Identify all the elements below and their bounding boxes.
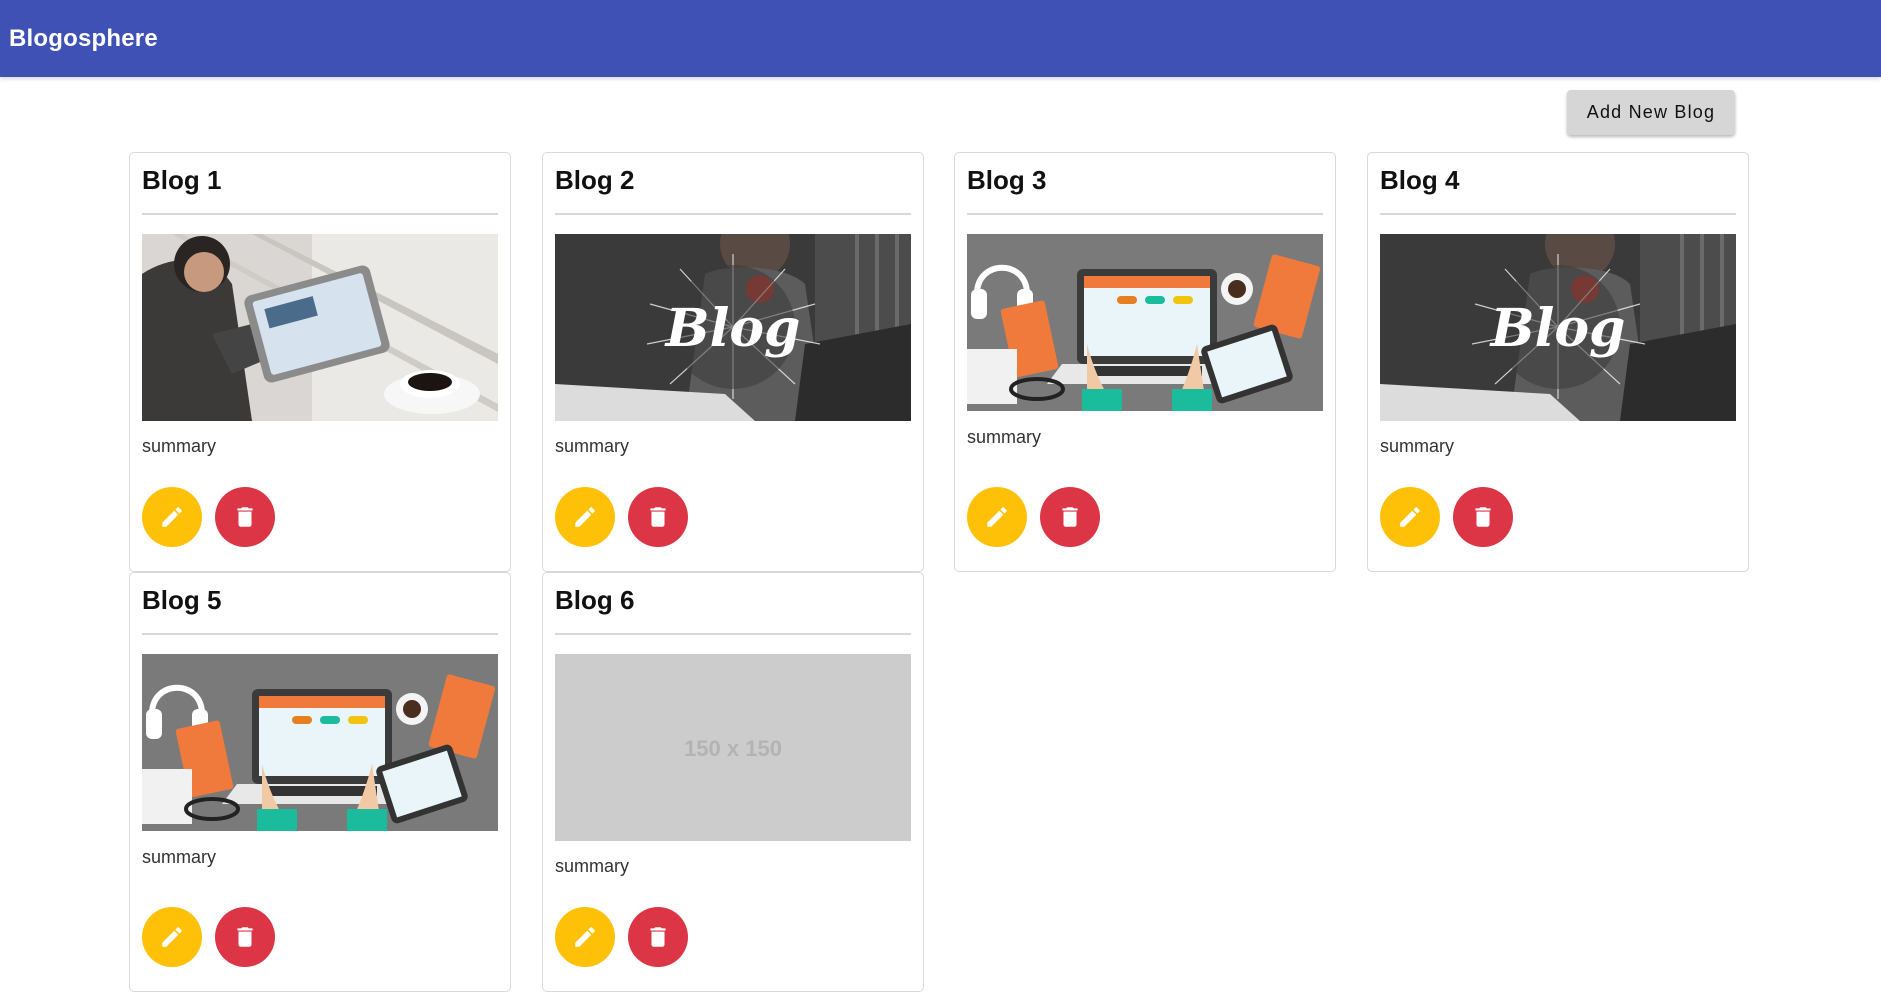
edit-button[interactable] <box>1380 487 1440 547</box>
svg-text:Blog: Blog <box>1489 298 1626 359</box>
divider <box>555 633 911 635</box>
trash-icon <box>1475 507 1491 527</box>
edit-button[interactable] <box>555 487 615 547</box>
blog-image <box>142 654 498 831</box>
blog-summary: summary <box>555 436 630 456</box>
edit-button[interactable] <box>555 907 615 967</box>
blog-summary: summary <box>555 856 630 876</box>
delete-button[interactable] <box>215 907 275 967</box>
blog-title: Blog 1 <box>142 165 222 195</box>
divider <box>142 213 498 215</box>
blog-summary: summary <box>1380 436 1455 456</box>
divider <box>142 633 498 635</box>
trash-icon <box>650 507 666 527</box>
blog-image-placeholder: 150 x 150 <box>555 654 911 841</box>
delete-button[interactable] <box>628 487 688 547</box>
blog-title: Blog 5 <box>142 585 222 615</box>
blog-title: Blog 4 <box>1380 165 1460 195</box>
trash-icon <box>237 927 253 947</box>
pencil-icon <box>575 927 595 947</box>
app-bar: Blogosphere <box>0 0 1881 77</box>
blog-title: Blog 6 <box>555 585 635 615</box>
pencil-icon <box>1400 507 1420 527</box>
pencil-icon <box>575 507 595 527</box>
blog-card: Blog 2 Blog summary <box>542 152 924 572</box>
blog-card: Blog 1 summary <box>129 152 511 572</box>
trash-icon <box>650 927 666 947</box>
blog-image <box>142 234 498 421</box>
divider <box>555 213 911 215</box>
edit-button[interactable] <box>967 487 1027 547</box>
blog-card: Blog 5 summary <box>129 572 511 992</box>
blog-image: Blog <box>555 234 911 421</box>
trash-icon <box>1062 507 1078 527</box>
divider <box>967 213 1323 215</box>
add-new-blog-button[interactable]: Add New Blog <box>1567 90 1735 135</box>
pencil-icon <box>162 927 182 947</box>
blog-card: Blog 3 summary <box>954 152 1336 572</box>
delete-button[interactable] <box>628 907 688 967</box>
blog-image <box>967 234 1323 411</box>
pencil-icon <box>162 507 182 527</box>
blog-title: Blog 2 <box>555 165 635 195</box>
pencil-icon <box>987 507 1007 527</box>
divider <box>1380 213 1736 215</box>
blog-summary: summary <box>967 427 1042 447</box>
blog-card: Blog 6 150 x 150 summary <box>542 572 924 992</box>
delete-button[interactable] <box>215 487 275 547</box>
blog-card: Blog 4 Blog summary <box>1367 152 1749 572</box>
svg-text:150 x 150: 150 x 150 <box>684 736 782 761</box>
blog-summary: summary <box>142 847 217 867</box>
edit-button[interactable] <box>142 907 202 967</box>
blog-image: Blog <box>1380 234 1736 421</box>
blog-summary: summary <box>142 436 217 456</box>
delete-button[interactable] <box>1040 487 1100 547</box>
edit-button[interactable] <box>142 487 202 547</box>
svg-text:Blog: Blog <box>664 298 801 359</box>
delete-button[interactable] <box>1453 487 1513 547</box>
app-title: Blogosphere <box>9 24 158 52</box>
blog-title: Blog 3 <box>967 165 1047 195</box>
trash-icon <box>237 507 253 527</box>
